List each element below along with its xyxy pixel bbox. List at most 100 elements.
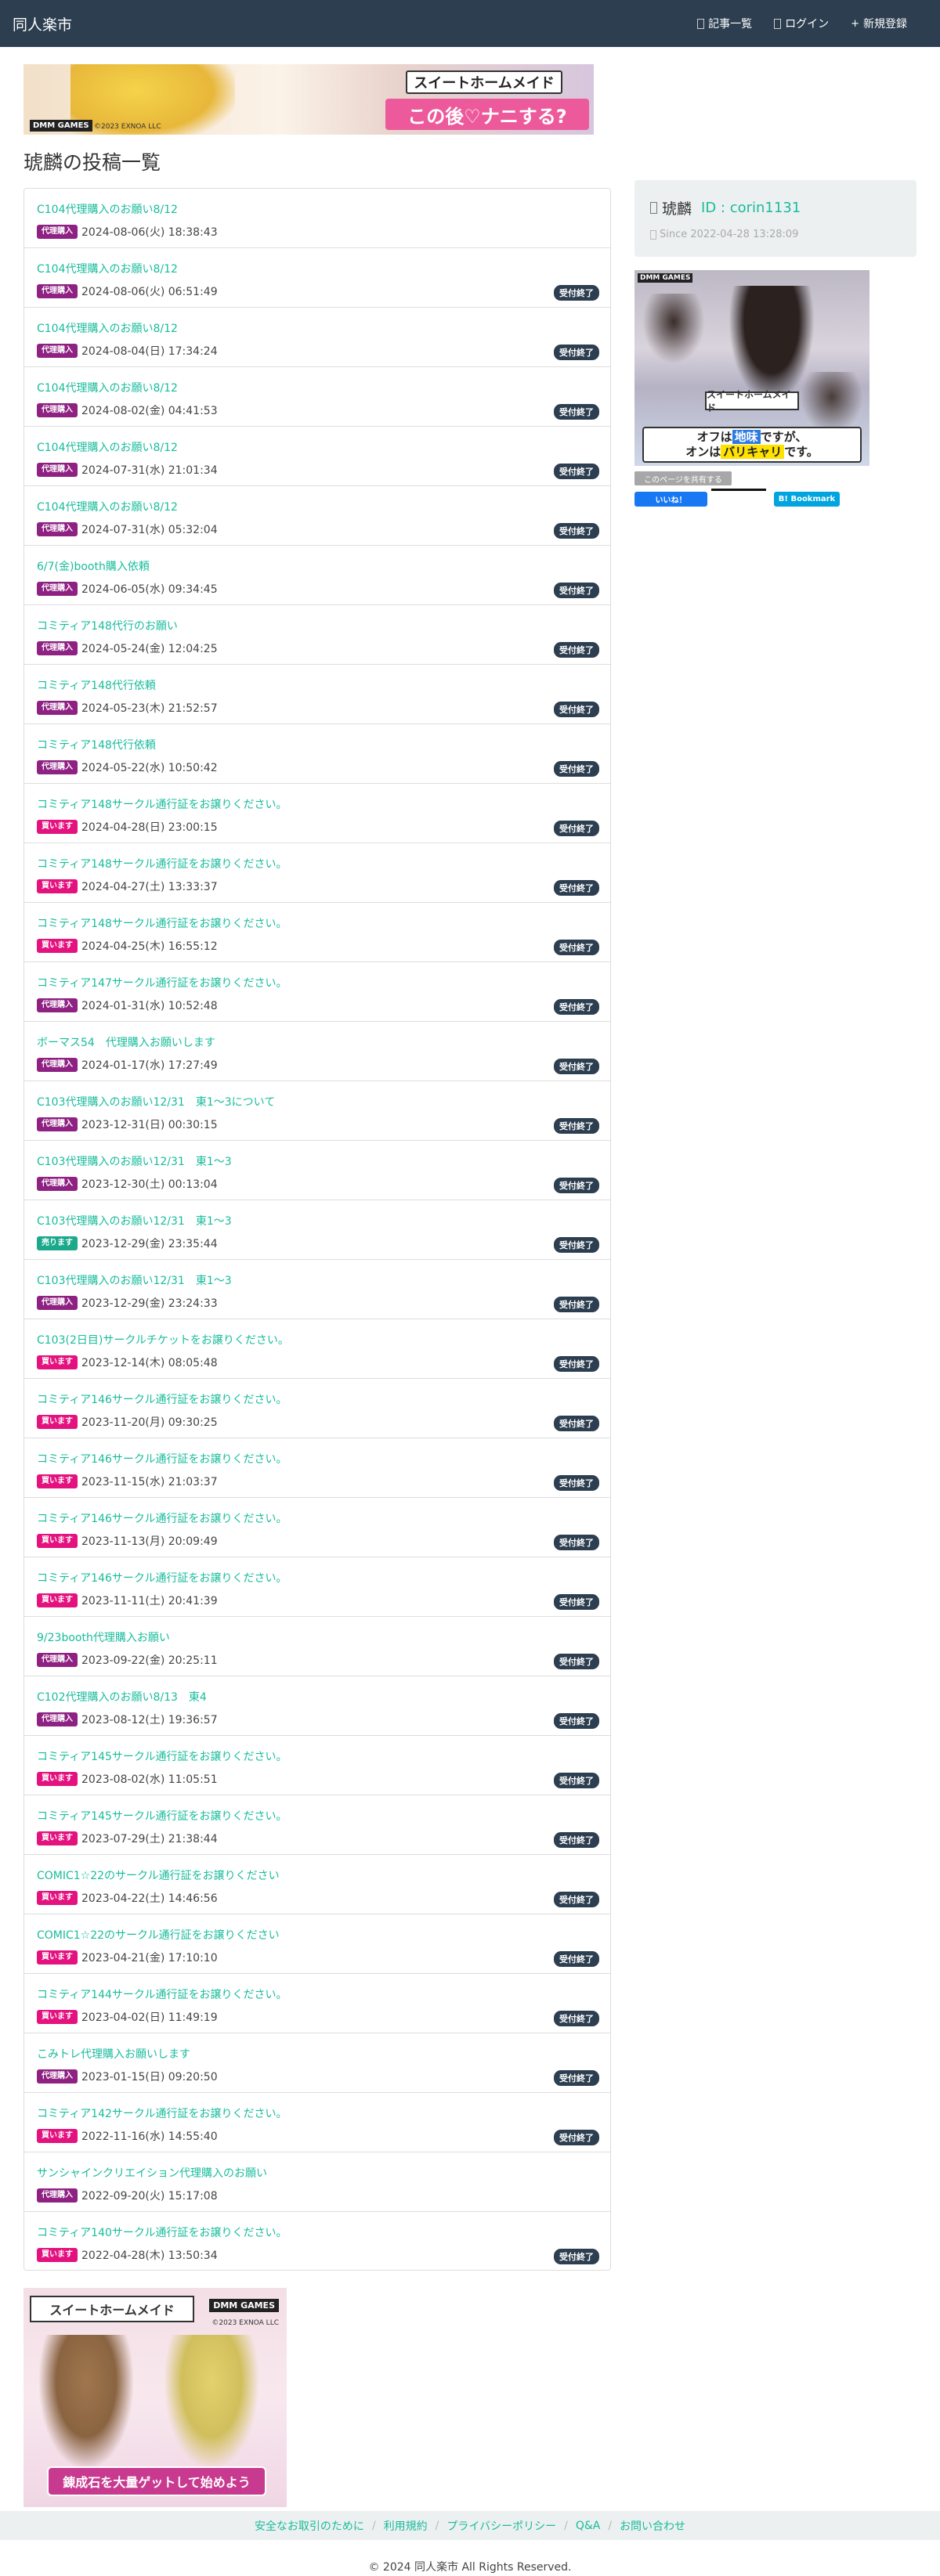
post-title-link[interactable]: コミティア148代行のお願い: [37, 618, 178, 633]
post-title-link[interactable]: C104代理購入のお願い8/12: [37, 320, 178, 336]
status-badge: 受付終了: [554, 1654, 599, 1669]
footer-link[interactable]: Q&A: [568, 2520, 609, 2532]
status-badge: 受付終了: [554, 345, 599, 360]
post-meta: 買います 2023-04-21(金) 17:10:10: [37, 1950, 218, 1965]
post-title-link[interactable]: コミティア146サークル通行証をお譲りください。: [37, 1451, 287, 1467]
footer-link[interactable]: 利用規約: [376, 2518, 436, 2534]
post-title-link[interactable]: 6/7(金)booth購入依頼: [37, 558, 150, 574]
ad-brand-logo: DMM GAMES: [638, 273, 693, 283]
post-title-link[interactable]: COMIC1☆22のサークル通行証をお譲りください: [37, 1867, 280, 1883]
post-type-badge: 代理購入: [37, 2069, 78, 2084]
post-title-link[interactable]: コミティア146サークル通行証をお譲りください。: [37, 1510, 287, 1526]
ad-tagline-line1: オフは 地味 ですが、: [696, 429, 808, 444]
status-badge: 受付終了: [554, 821, 599, 836]
post-date: 2024-05-23(木) 21:52:57: [81, 702, 218, 715]
post-type-badge: 買います: [37, 1534, 78, 1548]
page-title: 琥麟の投稿一覧: [24, 151, 161, 174]
post-type-badge: 買います: [37, 1950, 78, 1964]
status-badge: 受付終了: [554, 285, 599, 301]
post-title-link[interactable]: コミティア145サークル通行証をお譲りください。: [37, 1748, 287, 1764]
post-title-link[interactable]: C103代理購入のお願い12/31 東1〜3について: [37, 1094, 275, 1109]
post-date: 2024-07-31(水) 21:01:34: [81, 464, 218, 477]
post-title-link[interactable]: コミティア148代行依頼: [37, 737, 156, 752]
facebook-like-button[interactable]: いいね！: [634, 492, 707, 507]
twitter-share-widget[interactable]: [711, 489, 766, 491]
post-meta: 買います 2024-04-25(木) 16:55:12: [37, 938, 218, 954]
post-date: 2024-08-04(日) 17:34:24: [81, 345, 218, 358]
post-type-badge: 代理購入: [37, 1117, 78, 1131]
post-title-link[interactable]: コミティア146サークル通行証をお譲りください。: [37, 1391, 287, 1407]
post-title-link[interactable]: コミティア140サークル通行証をお譲りください。: [37, 2224, 287, 2240]
post-title-link[interactable]: C104代理購入のお願い8/12: [37, 499, 178, 514]
post-row: C103代理購入のお願い12/31 東1〜3について 代理購入 2023-12-31…: [24, 1081, 610, 1141]
post-date: 2024-07-31(水) 05:32:04: [81, 524, 218, 536]
post-row: コミティア147サークル通行証をお譲りください。 代理購入 2024-01-31(水…: [24, 962, 610, 1022]
status-badge: 受付終了: [554, 702, 599, 717]
post-row: C102代理購入のお願い8/13 東4 代理購入 2023-08-12(土) 19:…: [24, 1676, 610, 1736]
nav-login-link[interactable]: ログイン: [774, 16, 829, 31]
status-badge: 受付終了: [554, 2130, 599, 2145]
status-badge: 受付終了: [554, 464, 599, 479]
post-title-link[interactable]: C104代理購入のお願い8/12: [37, 261, 178, 276]
status-badge: 受付終了: [554, 1535, 599, 1550]
post-title-link[interactable]: コミティア147サークル通行証をお譲りください。: [37, 975, 287, 990]
status-badge: 受付終了: [554, 1773, 599, 1788]
user-icon: [650, 202, 657, 214]
footer-link[interactable]: お問い合わせ: [612, 2518, 693, 2534]
status-badge: 受付終了: [554, 1237, 599, 1253]
post-title-link[interactable]: C104代理購入のお願い8/12: [37, 201, 178, 217]
nav-links: 記事一覧 ログイン + 新規登録: [697, 16, 907, 31]
bottom-ad-banner[interactable]: スイートホームメイド DMM GAMES ©2023 EXNOA LLC 錬成石…: [24, 2288, 287, 2507]
status-badge: 受付終了: [554, 880, 599, 896]
nav-register-link[interactable]: + 新規登録: [851, 16, 907, 31]
post-title-link[interactable]: C104代理購入のお願い8/12: [37, 439, 178, 455]
post-meta: 代理購入 2024-07-31(水) 21:01:34: [37, 462, 218, 478]
footer-link[interactable]: プライバシーポリシー: [439, 2518, 564, 2534]
post-title-link[interactable]: コミティア144サークル通行証をお譲りください。: [37, 1986, 287, 2002]
nav-articles-link[interactable]: 記事一覧: [697, 16, 752, 31]
post-title-link[interactable]: C103代理購入のお願い12/31 東1〜3: [37, 1272, 232, 1288]
post-type-badge: 代理購入: [37, 582, 78, 596]
post-title-link[interactable]: C102代理購入のお願い8/13 東4: [37, 1689, 207, 1705]
post-meta: 買います 2024-04-28(日) 23:00:15: [37, 819, 218, 835]
post-date: 2023-11-13(月) 20:09:49: [81, 1535, 218, 1548]
post-date: 2023-04-02(日) 11:49:19: [81, 2011, 218, 2024]
post-date: 2022-09-20(火) 15:17:08: [81, 2190, 218, 2203]
post-date: 2024-04-27(土) 13:33:37: [81, 881, 218, 893]
post-type-badge: 代理購入: [37, 344, 78, 358]
post-title-link[interactable]: コミティア146サークル通行証をお譲りください。: [37, 1570, 287, 1586]
post-meta: 買います 2023-11-11(土) 20:41:39: [37, 1593, 218, 1608]
site-brand[interactable]: 同人楽市: [13, 13, 72, 34]
post-title-link[interactable]: コミティア148代行依頼: [37, 677, 156, 693]
post-title-link[interactable]: C104代理購入のお願い8/12: [37, 380, 178, 395]
post-meta: 代理購入 2024-01-17(水) 17:27:49: [37, 1057, 218, 1073]
status-badge: 受付終了: [554, 1297, 599, 1312]
post-type-badge: 買います: [37, 1415, 78, 1429]
post-title-link[interactable]: C103(2日目)サークルチケットをお譲りください。: [37, 1332, 289, 1348]
share-page-button[interactable]: このページを共有する: [634, 471, 732, 485]
post-row: COMIC1☆22のサークル通行証をお譲りください 買います 2023-04-21(…: [24, 1914, 610, 1974]
post-meta: 代理購入 2024-01-31(水) 10:52:48: [37, 998, 218, 1013]
hatena-bookmark-button[interactable]: B! Bookmark: [774, 492, 840, 507]
footer-link[interactable]: 安全なお取引のために: [247, 2518, 372, 2534]
post-title-link[interactable]: コミティア145サークル通行証をお譲りください。: [37, 1808, 287, 1824]
post-date: 2023-04-22(土) 14:46:56: [81, 1892, 218, 1905]
post-title-link[interactable]: コミティア148サークル通行証をお譲りください。: [37, 796, 287, 812]
ad-copyright: ©2023 EXNOA LLC: [94, 123, 161, 131]
top-ad-banner[interactable]: スイートホームメイド この後♡ナニする? DMM GAMES ©2023 EXN…: [24, 64, 594, 135]
post-title-link[interactable]: コミティア148サークル通行証をお譲りください。: [37, 915, 287, 931]
sidebar-ad-banner[interactable]: DMM GAMES スイートホームメイド オフは 地味 ですが、 オンは バリキャリで…: [634, 270, 870, 466]
post-title-link[interactable]: サンシャインクリエイション代理購入のお願い: [37, 2165, 267, 2181]
post-title-link[interactable]: コミティア148サークル通行証をお譲りください。: [37, 856, 287, 871]
post-date: 2022-11-16(水) 14:55:40: [81, 2130, 218, 2143]
post-title-link[interactable]: COMIC1☆22のサークル通行証をお譲りください: [37, 1927, 280, 1943]
post-title-link[interactable]: ボーマス54 代理購入お願いします: [37, 1034, 215, 1050]
post-title-link[interactable]: C103代理購入のお願い12/31 東1〜3: [37, 1153, 232, 1169]
login-icon: [774, 18, 782, 29]
post-title-link[interactable]: 9/23booth代理購入お願い: [37, 1629, 170, 1645]
post-title-link[interactable]: コミティア142サークル通行証をお譲りください。: [37, 2105, 287, 2121]
ad-character-art: [642, 294, 705, 364]
post-title-link[interactable]: こみトレ代理購入お願いします: [37, 2046, 190, 2062]
post-title-link[interactable]: C103代理購入のお願い12/31 東1〜3: [37, 1213, 232, 1228]
post-row: COMIC1☆22のサークル通行証をお譲りください 買います 2023-04-22(…: [24, 1855, 610, 1914]
